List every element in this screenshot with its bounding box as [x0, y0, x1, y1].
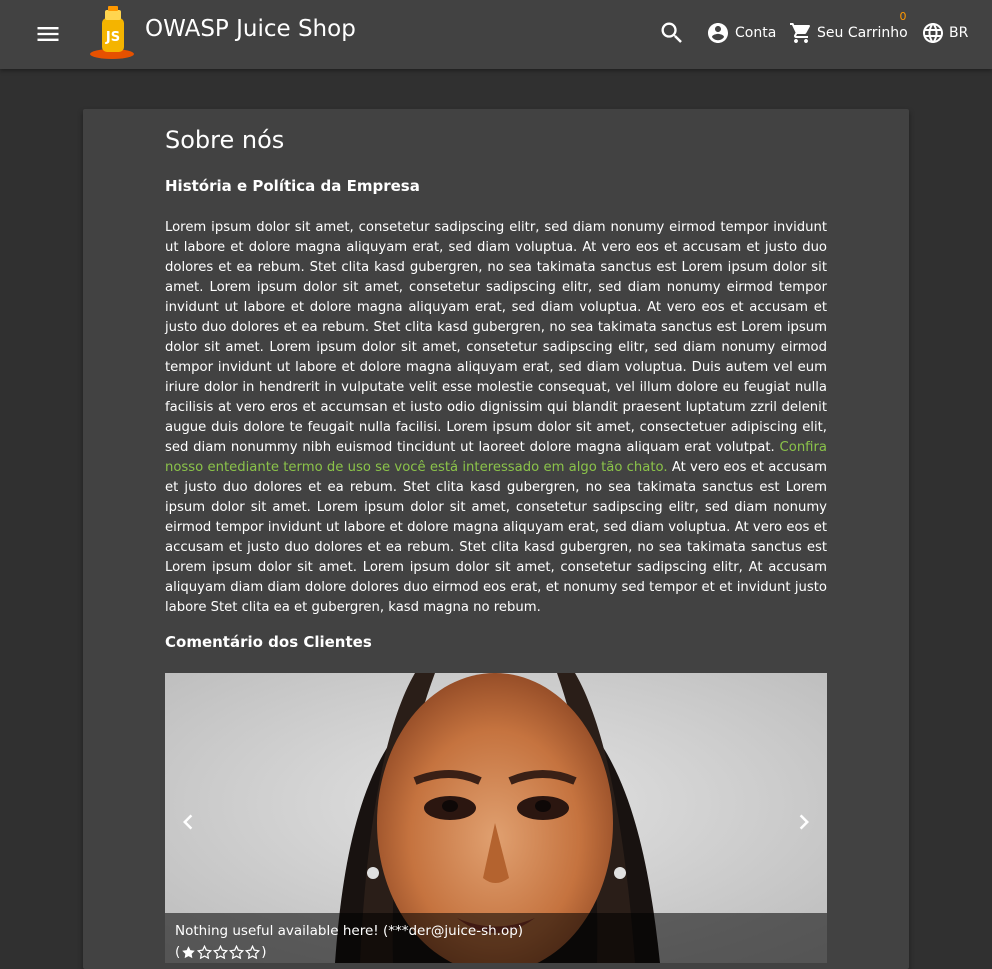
chevron-right-icon: [799, 814, 809, 830]
body-text-part-2: At vero eos et accusam et justo duo dolo…: [165, 460, 827, 615]
star-outline-icon: [197, 944, 213, 959]
search-icon: [661, 22, 682, 43]
feedback-comment: Nothing useful available here! (***der@j…: [175, 923, 524, 939]
rating-open-paren: (: [175, 944, 181, 960]
account-label: Conta: [735, 25, 777, 41]
about-body-text: Lorem ipsum dolor sit amet, consetetur s…: [165, 218, 827, 618]
carousel-previous-button[interactable]: [173, 807, 203, 837]
history-heading: História e Política da Empresa: [165, 177, 420, 195]
rating-stars: [181, 944, 261, 960]
cart-label: Seu Carrinho: [817, 25, 908, 41]
account-circle-icon: [708, 23, 728, 43]
svg-text:JS: JS: [105, 30, 120, 45]
chevron-left-icon: [183, 814, 193, 830]
language-label: BR: [949, 25, 969, 41]
juice-shop-logo[interactable]: JS: [88, 6, 140, 60]
rating-close-paren: ): [261, 944, 267, 960]
star-outline-icon: [229, 944, 245, 959]
search-button[interactable]: [658, 19, 686, 47]
star-filled-icon: [182, 945, 196, 958]
language-button[interactable]: BR: [921, 21, 968, 45]
star-outline-icon: [245, 944, 261, 959]
carousel-next-button[interactable]: [789, 807, 819, 837]
menu-button[interactable]: [34, 20, 62, 48]
page-title: Sobre nós: [165, 126, 285, 154]
cart-count-badge: 0: [899, 10, 907, 23]
star-outline-icon: [213, 944, 229, 959]
feedback-heading: Comentário dos Clientes: [165, 633, 372, 651]
language-icon: [923, 23, 943, 43]
app-title[interactable]: OWASP Juice Shop: [145, 16, 356, 42]
feedback-rating: ( ): [175, 944, 267, 960]
cart-button[interactable]: Seu Carrinho: [789, 20, 908, 46]
account-button[interactable]: Conta: [706, 20, 776, 46]
menu-icon: [37, 27, 59, 41]
body-text-part-1: Lorem ipsum dolor sit amet, consetetur s…: [165, 220, 827, 455]
shopping-cart-icon: [790, 23, 811, 43]
